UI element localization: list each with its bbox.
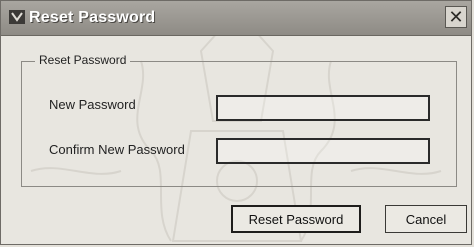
confirm-password-label: Confirm New Password <box>49 142 185 157</box>
window-title: Reset Password <box>29 9 156 26</box>
confirm-password-field[interactable] <box>216 138 430 164</box>
new-password-field[interactable] <box>216 95 430 121</box>
close-button[interactable]: ✕ <box>445 6 467 28</box>
title-bar[interactable]: Reset Password ✕ <box>1 1 471 36</box>
reset-password-button[interactable]: Reset Password <box>231 205 361 233</box>
app-icon <box>9 10 25 24</box>
reset-password-dialog: Reset Password ✕ Reset Password New Pass… <box>0 0 472 245</box>
close-icon: ✕ <box>448 7 464 27</box>
reset-password-group <box>21 61 457 187</box>
cancel-button[interactable]: Cancel <box>385 205 467 233</box>
new-password-label: New Password <box>49 97 136 112</box>
group-label: Reset Password <box>35 53 131 67</box>
